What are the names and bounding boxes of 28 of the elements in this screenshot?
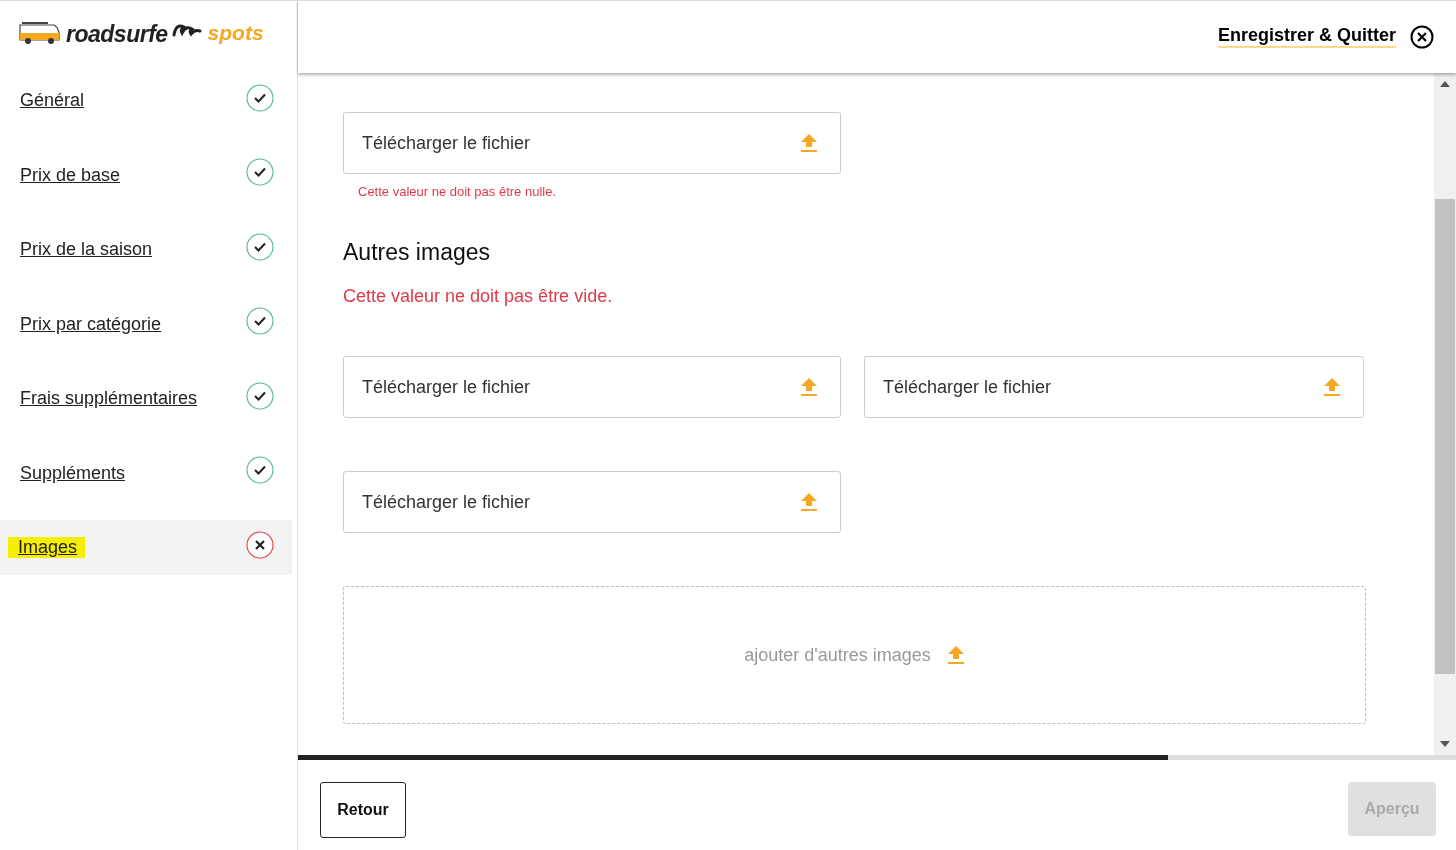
sidebar-item[interactable]: Prix par catégorie: [0, 296, 292, 352]
van-icon: [18, 21, 62, 45]
scroll-down-icon[interactable]: [1440, 741, 1450, 747]
sidebar-item[interactable]: Prix de base: [0, 147, 292, 203]
section-title: Autres images: [343, 239, 491, 266]
upload-field[interactable]: Télécharger le fichier: [343, 356, 841, 418]
upload-icon: [946, 645, 965, 665]
upload-field[interactable]: Télécharger le fichier: [343, 112, 841, 174]
logo-product-text: spots: [207, 21, 264, 45]
sidebar-item[interactable]: Frais supplémentaires: [0, 371, 292, 426]
upload-field[interactable]: Télécharger le fichier: [864, 356, 1364, 418]
save-quit-link[interactable]: Enregistrer & Quitter: [1217, 26, 1396, 48]
back-button[interactable]: Retour: [320, 782, 406, 838]
scroll-up-icon[interactable]: [1440, 81, 1450, 87]
sidebar-item[interactable]: Suppléments: [0, 445, 292, 501]
close-icon[interactable]: [1410, 25, 1434, 49]
sidebar-item[interactable]: Général: [0, 73, 292, 128]
upload-icon: [800, 492, 818, 512]
upload-icon: [800, 133, 818, 153]
upload-icon: [1323, 377, 1341, 397]
upload-icon: [800, 377, 818, 397]
sidebar-item[interactable]: Images: [0, 520, 292, 575]
error-message: Cette valeur ne doit pas être vide.: [343, 286, 614, 307]
scrollbar-thumb[interactable]: [1435, 199, 1455, 674]
error-message: Cette valeur ne doit pas être nulle.: [357, 183, 557, 199]
upload-field[interactable]: Télécharger le fichier: [343, 471, 841, 533]
sidebar-item[interactable]: Prix de la saison: [0, 222, 292, 277]
logo-text: roadsurfe: [66, 21, 168, 48]
